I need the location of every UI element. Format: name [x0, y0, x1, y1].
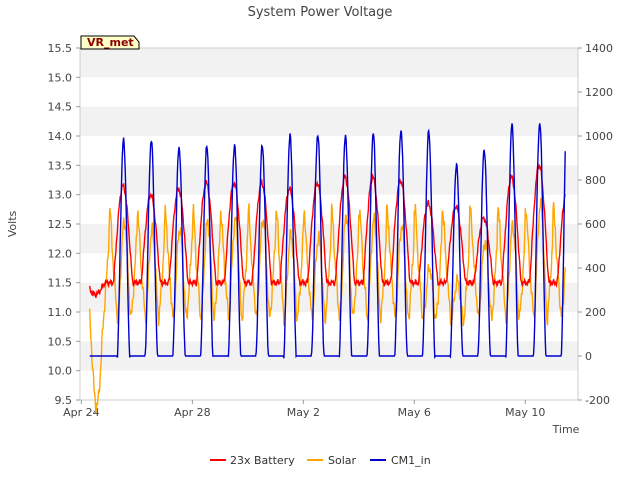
vr-met-badge: VR_met [80, 35, 140, 50]
x-tick-label: Apr 28 [174, 406, 211, 419]
chart-title: System Power Voltage [248, 5, 393, 20]
y-left-tick-label: 12.5 [48, 218, 73, 231]
x-tick-label: May 6 [398, 406, 431, 419]
y-right-tick-label: 1200 [585, 86, 613, 99]
legend-label-cm1: CM1_in [391, 454, 431, 467]
legend-label-battery: 23x Battery [230, 454, 295, 467]
x-axis-title: Time [552, 423, 580, 436]
grid-band [80, 48, 578, 78]
y-right-tick-label: 400 [585, 262, 606, 275]
legend: 23x Battery Solar CM1_in [210, 454, 431, 467]
y-left-tick-label: 14.5 [48, 101, 73, 114]
y-left-tick-label: 10.0 [48, 365, 73, 378]
legend-label-solar: Solar [328, 454, 357, 467]
y-right-tick-label: 200 [585, 306, 606, 319]
y-left-tick-label: 11.5 [48, 277, 73, 290]
grid-band [80, 106, 578, 136]
y-right-tick-label: 1000 [585, 130, 613, 143]
y-left-tick-label: 11.0 [48, 306, 73, 319]
y-axis-title: Volts [6, 210, 19, 237]
y-right-tick-label: 800 [585, 174, 606, 187]
y-left-tick-label: 12.0 [48, 247, 73, 260]
y-right-tick-label: 600 [585, 218, 606, 231]
y-left-tick-label: 13.5 [48, 159, 73, 172]
y-left-tick-label: 10.5 [48, 335, 73, 348]
x-tick-label: May 2 [287, 406, 320, 419]
y-left-tick-label: 14.0 [48, 130, 73, 143]
y-left-tick-label: 13.0 [48, 189, 73, 202]
x-tick-label: Apr 24 [63, 406, 100, 419]
y-right-tick-label: 0 [585, 350, 592, 363]
badge-label: VR_met [87, 36, 134, 49]
grid-band [80, 165, 578, 195]
y-right-tick-label: 1400 [585, 42, 613, 55]
y-right-tick-label: -200 [585, 394, 610, 407]
y-left-tick-label: 15.0 [48, 71, 73, 84]
y-left-tick-label: 15.5 [48, 42, 73, 55]
x-tick-label: May 10 [505, 406, 545, 419]
voltage-chart: 9.510.010.511.011.512.012.513.013.514.01… [6, 5, 613, 467]
